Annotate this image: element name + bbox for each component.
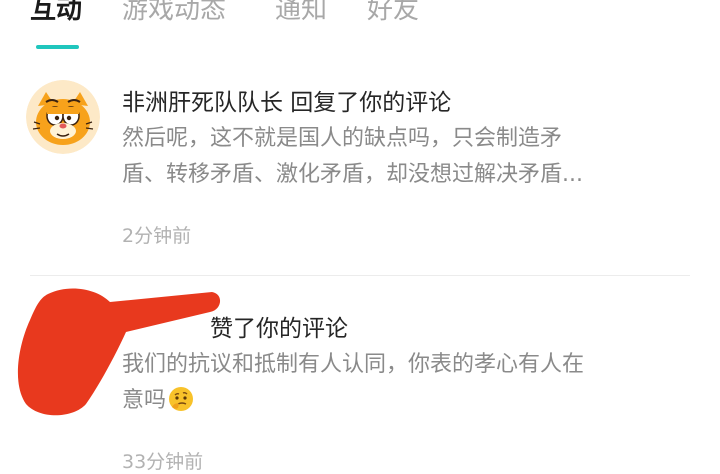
notification-body: 然后呢，这不就是国人的缺点吗，只会制造矛 盾、转移矛盾、激化矛盾，却没想过解决矛… [122, 121, 682, 193]
divider [30, 275, 690, 276]
notification-time: 33分钟前 [122, 451, 204, 473]
tab-interaction[interactable]: 互动 [30, 0, 82, 30]
tab-notifications[interactable]: 通知 [275, 0, 327, 30]
tab-bar: 互动 游戏动态 通知 好友 [0, 0, 720, 52]
notification-time: 2分钟前 [122, 225, 192, 247]
tab-game-updates[interactable]: 游戏动态 [122, 0, 226, 30]
notification-title: 非洲肝死队队长 回复了你的评论 [122, 90, 452, 116]
notification-body-line: 然后呢，这不就是国人的缺点吗，只会制造矛 [122, 126, 563, 151]
active-tab-indicator [36, 45, 79, 49]
notification-body-line: 盾、转移矛盾、激化矛盾，却没想过解决矛盾... [122, 162, 583, 187]
redaction-scribble [17, 288, 221, 416]
tab-friends[interactable]: 好友 [367, 0, 419, 30]
garfield-avatar-icon[interactable] [26, 80, 100, 154]
